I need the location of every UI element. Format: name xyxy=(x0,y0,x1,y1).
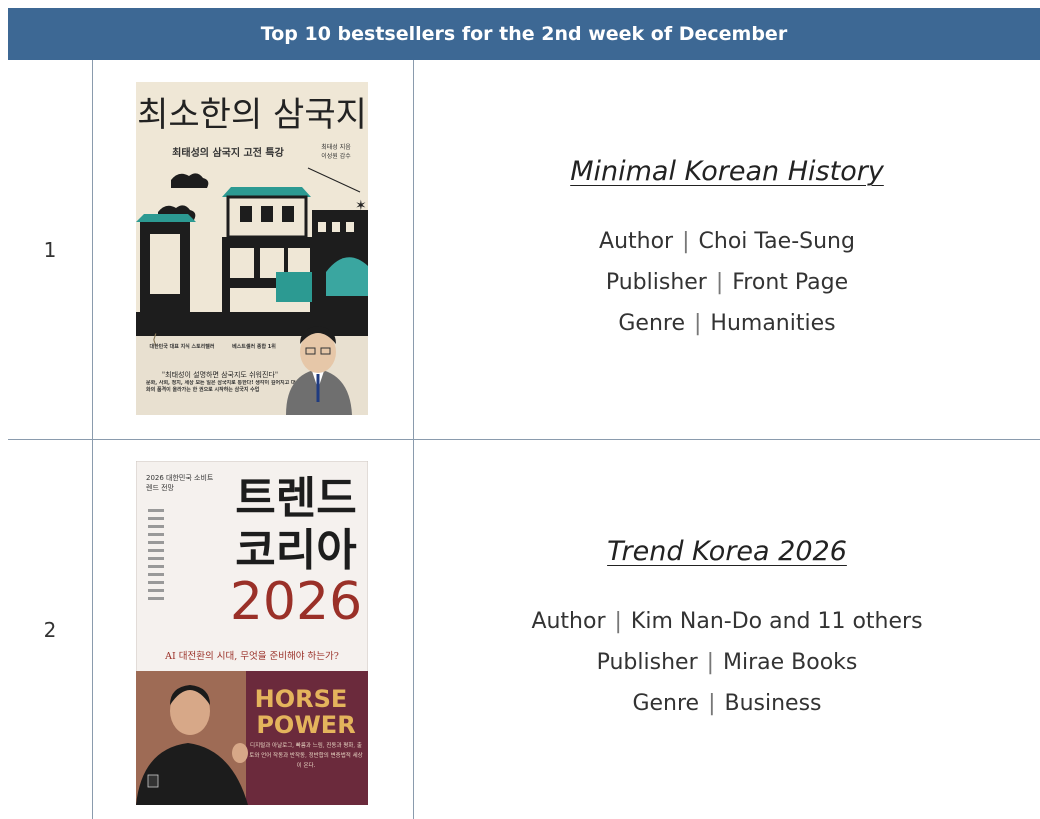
rank-cell: 2 xyxy=(8,440,92,819)
publisher-label: Publisher xyxy=(596,650,698,675)
cover-title-line-2: 코리아 xyxy=(235,525,356,576)
book-title[interactable]: Minimal Korean History xyxy=(570,156,884,187)
table-header: Top 10 bestsellers for the 2nd week of D… xyxy=(8,8,1040,60)
genre-label: Genre xyxy=(618,311,685,336)
cover-band-text: 디지털과 아날로그, 빠름과 느림, 진동과 평화, 출토와 언어 작동과 반작… xyxy=(249,743,363,769)
book-publisher-line: Publisher | Front Page xyxy=(605,270,849,295)
book-author-line: Author | Choi Tae-Sung xyxy=(599,229,855,254)
svg-text:베스트셀러 종합 1위: 베스트셀러 종합 1위 xyxy=(232,343,276,350)
genre-label: Genre xyxy=(632,691,700,716)
cover-supervisor: 이성원 감수 xyxy=(321,152,351,160)
cover-title: 최소한의 삼국지 xyxy=(137,95,367,135)
cover-band-line-1: HORSE xyxy=(255,685,348,713)
cover-band-line-2: POWER xyxy=(256,711,355,739)
rank-number: 2 xyxy=(43,617,57,642)
book-genre-line: Genre | Humanities xyxy=(618,311,836,336)
cover-blurb: 문화, 사회, 정치, 세상 모든 일은 삼국지로 통한다! 생각이 깊어지고 … xyxy=(146,380,296,393)
author-label: Author xyxy=(531,609,606,634)
book-cover-2[interactable]: 2026 대한민국 소비트렌드 전망 트렌드 코리아 2026 AI 대전환의 … xyxy=(136,461,368,805)
book-publisher-line: Publisher | Mirae Books xyxy=(596,650,858,675)
publisher-label: Publisher xyxy=(605,270,707,295)
bestseller-table: Top 10 bestsellers for the 2nd week of D… xyxy=(8,8,1040,819)
cover-kicker: 2026 대한민국 소비트렌드 전망 xyxy=(146,474,214,492)
cover-author: 최태성 지음 xyxy=(321,143,351,151)
book-info-2: Trend Korea 2026 Author | Kim Nan-Do and… xyxy=(414,536,1040,724)
genre-value: Humanities xyxy=(710,311,836,336)
book-author-line: Author | Kim Nan-Do and 11 others xyxy=(531,609,923,634)
cover-quote: "최태성이 설명하면 삼국지도 쉬워진다" xyxy=(162,370,278,379)
cover-tagline: AI 대전환의 시대, 무엇을 준비해야 하는가? xyxy=(164,650,339,662)
genre-value: Business xyxy=(724,691,822,716)
row-divider xyxy=(8,439,1040,440)
rank-cell: 1 xyxy=(8,60,92,439)
cover-title-line-1: 트렌드 xyxy=(235,473,356,524)
book-title[interactable]: Trend Korea 2026 xyxy=(607,536,847,567)
table-title: Top 10 bestsellers for the 2nd week of D… xyxy=(260,23,788,45)
cover-year: 2026 xyxy=(230,572,362,632)
book-cover-1[interactable]: 최소한의 삼국지 최태성의 삼국지 고전 특강 최태성 지음 이성원 감수 ✶ xyxy=(136,82,368,415)
author-value: Kim Nan-Do and 11 others xyxy=(630,609,923,634)
book-genre-line: Genre | Business xyxy=(632,691,822,716)
book-info-1: Minimal Korean History Author | Choi Tae… xyxy=(414,156,1040,344)
author-value: Choi Tae-Sung xyxy=(698,229,855,254)
cover-subtitle: 최태성의 삼국지 고전 특강 xyxy=(172,146,284,159)
svg-text:대한민국 대표 지식 스토리텔러: 대한민국 대표 지식 스토리텔러 xyxy=(149,343,214,350)
publisher-value: Mirae Books xyxy=(723,650,858,675)
author-label: Author xyxy=(599,229,674,254)
publisher-value: Front Page xyxy=(732,270,849,295)
rank-number: 1 xyxy=(43,237,57,262)
cover-badge-2: 베스트셀러 종합 1위 xyxy=(232,343,276,350)
